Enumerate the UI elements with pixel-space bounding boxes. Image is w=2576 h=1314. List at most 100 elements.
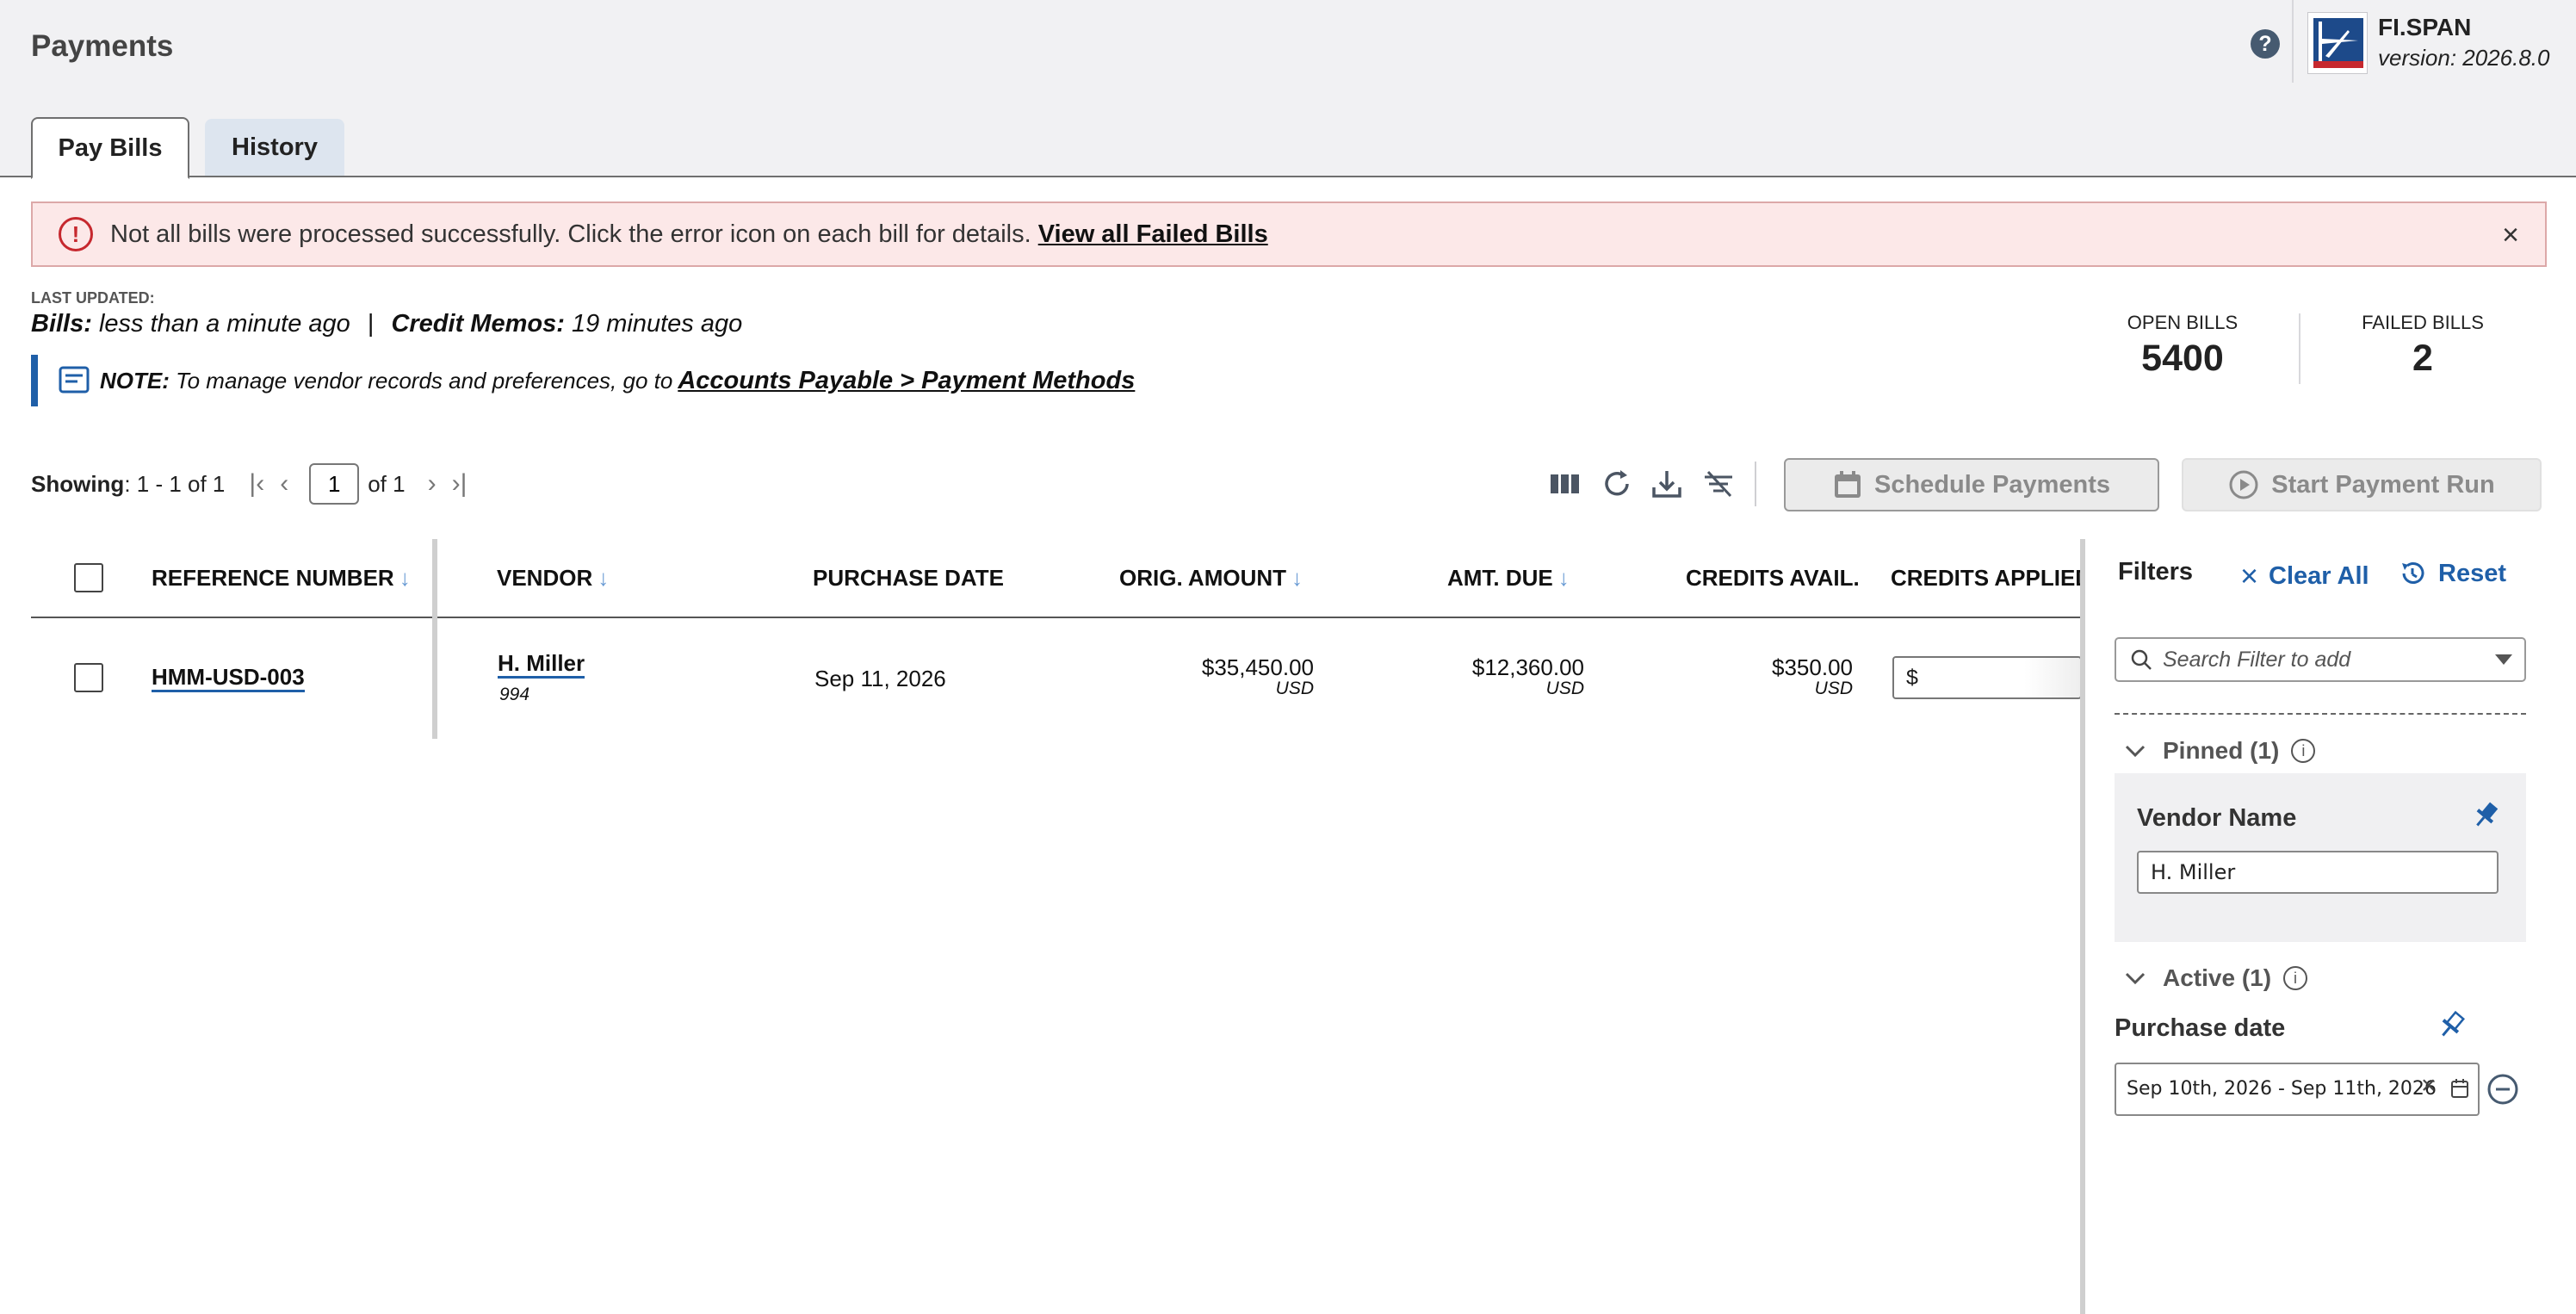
- vendor-id: 994: [499, 685, 530, 704]
- clear-all-label: Clear All: [2269, 561, 2369, 590]
- play-circle-icon: [2229, 470, 2258, 499]
- schedule-payments-button[interactable]: Schedule Payments: [1784, 458, 2159, 511]
- first-page-icon[interactable]: |‹: [249, 469, 264, 499]
- sort-icon[interactable]: ↓: [1558, 565, 1570, 591]
- app-version: version: 2026.8.0: [2378, 45, 2550, 71]
- active-section-header[interactable]: Active (1) i: [2125, 964, 2308, 992]
- vendor-header-label: VENDOR: [497, 565, 593, 591]
- credits-applied-input[interactable]: $: [1892, 656, 2082, 699]
- next-page-icon[interactable]: ›: [428, 469, 437, 499]
- row-checkbox[interactable]: [74, 663, 103, 692]
- table-header: REFERENCE NUMBER ↓ VENDOR ↓ PURCHASE DATE …: [31, 541, 2084, 618]
- credit-memos-updated-label: Credit Memos:: [391, 310, 565, 338]
- stat-divider: [2299, 313, 2300, 384]
- last-page-icon[interactable]: ›|: [452, 469, 468, 499]
- credits-avail-currency: USD: [1814, 679, 1853, 698]
- fispan-logo-icon: [2313, 18, 2363, 68]
- info-icon[interactable]: i: [2291, 739, 2316, 763]
- remove-filter-icon[interactable]: [2486, 1073, 2519, 1106]
- note-bar: NOTE: To manage vendor records and prefe…: [31, 355, 1167, 406]
- refresh-icon[interactable]: [1600, 467, 1634, 501]
- tab-pay-bills[interactable]: Pay Bills: [31, 117, 189, 179]
- select-all-checkbox[interactable]: [74, 563, 103, 592]
- help-icon[interactable]: ?: [2251, 29, 2280, 59]
- credit-memos-updated-value: 19 minutes ago: [571, 310, 743, 338]
- columns-icon[interactable]: [1548, 467, 1582, 501]
- page-title: Payments: [31, 29, 174, 63]
- sort-icon[interactable]: ↓: [1291, 565, 1303, 591]
- app-header: Payments ? FI.SPAN version: 2026.8.0 Pay…: [0, 0, 2576, 179]
- note-text: NOTE: To manage vendor records and prefe…: [100, 368, 672, 394]
- open-bills-value: 5400: [2141, 338, 2224, 379]
- close-icon[interactable]: ×: [2502, 219, 2519, 252]
- reset-button[interactable]: Reset: [2397, 558, 2506, 589]
- prev-page-icon[interactable]: ‹: [280, 469, 288, 499]
- pinned-filter-card: Vendor Name H. Miller: [2115, 773, 2526, 942]
- payment-methods-link[interactable]: Accounts Payable > Payment Methods: [678, 367, 1135, 395]
- tab-history[interactable]: History: [205, 119, 344, 176]
- column-header-reference[interactable]: REFERENCE NUMBER ↓: [152, 565, 411, 592]
- search-filter-input[interactable]: Search Filter to add: [2115, 637, 2526, 682]
- note-body: To manage vendor records and preferences…: [176, 367, 673, 394]
- calendar-icon: [1835, 471, 1861, 498]
- frozen-column-divider: [432, 539, 437, 739]
- calendar-icon[interactable]: [2450, 1078, 2469, 1099]
- filters-panel: Filters × Clear All Reset Search Filter …: [2080, 539, 2576, 1314]
- vendor-name-filter-input[interactable]: H. Miller: [2137, 851, 2499, 894]
- sort-icon[interactable]: ↓: [399, 565, 411, 591]
- search-icon: [2131, 649, 2152, 670]
- note-icon: [59, 366, 90, 394]
- chevron-down-icon: [2125, 972, 2146, 985]
- clear-all-button[interactable]: × Clear All: [2240, 558, 2369, 594]
- orig-amount-cell: $35,450.00: [1201, 654, 1314, 680]
- showing-label: Showing: [31, 470, 125, 497]
- view-failed-bills-link[interactable]: View all Failed Bills: [1038, 220, 1268, 249]
- last-updated-info: Bills: less than a minute ago | Credit M…: [31, 310, 742, 338]
- sort-icon[interactable]: ↓: [598, 565, 609, 591]
- clear-date-icon[interactable]: ×: [2421, 1071, 2437, 1100]
- header-divider: [2292, 0, 2294, 83]
- pinned-section-header[interactable]: Pinned (1) i: [2125, 737, 2316, 765]
- column-header-vendor[interactable]: VENDOR ↓: [497, 565, 609, 592]
- page-total: of 1: [368, 470, 406, 497]
- search-placeholder: Search Filter to add: [2163, 647, 2351, 672]
- last-updated-label: LAST UPDATED:: [31, 289, 155, 307]
- alert-message: Not all bills were processed successfull…: [110, 220, 1031, 248]
- start-payment-run-button[interactable]: Start Payment Run: [2182, 458, 2542, 511]
- column-header-credits-applied[interactable]: CREDITS APPLIED: [1891, 565, 2084, 592]
- clear-filters-icon[interactable]: [1701, 467, 1736, 501]
- chevron-down-icon: [2495, 654, 2512, 665]
- download-icon[interactable]: [1650, 467, 1684, 501]
- active-label: Active (1): [2163, 964, 2272, 991]
- column-header-credits-avail[interactable]: CREDITS AVAIL.: [1686, 565, 1860, 592]
- amt-due-cell: $12,360.00: [1471, 654, 1584, 680]
- reference-number-link[interactable]: HMM-USD-003: [152, 664, 305, 692]
- pagination: Showing : 1 - 1 of 1 |‹ ‹ of 1 › ›|: [31, 462, 467, 506]
- start-payment-run-label: Start Payment Run: [2271, 470, 2495, 499]
- orig-amount-header-label: ORIG. AMOUNT: [1119, 565, 1287, 591]
- unpinned-pin-icon[interactable]: [2435, 1009, 2468, 1042]
- filters-title: Filters: [2118, 558, 2194, 586]
- failed-bills-stat[interactable]: FAILED BILLS 2: [2347, 312, 2499, 380]
- vendor-name-link[interactable]: H. Miller: [498, 650, 585, 679]
- vendor-name-filter-label: Vendor Name: [2137, 804, 2297, 832]
- error-icon: !: [59, 217, 93, 251]
- failed-bills-value: 2: [2412, 338, 2433, 379]
- column-header-orig-amount[interactable]: ORIG. AMOUNT ↓: [1119, 565, 1303, 592]
- toolbar-divider: [1755, 462, 1756, 506]
- amt-due-header-label: AMT. DUE: [1447, 565, 1553, 591]
- bills-updated-label: Bills:: [31, 310, 92, 338]
- open-bills-label: OPEN BILLS: [2127, 312, 2239, 333]
- page-number-input[interactable]: [309, 463, 360, 505]
- note-label: NOTE:: [100, 367, 170, 394]
- error-alert-banner: ! Not all bills were processed successfu…: [31, 201, 2547, 267]
- pin-icon[interactable]: [2469, 799, 2502, 832]
- purchase-date-filter-label: Purchase date: [2115, 1014, 2286, 1042]
- purchase-date-range-value: Sep 10th, 2026 - Sep 11th, 2026: [2127, 1078, 2437, 1100]
- column-header-amt-due[interactable]: AMT. DUE ↓: [1447, 565, 1570, 592]
- failed-bills-label: FAILED BILLS: [2362, 312, 2484, 333]
- orig-amount-currency: USD: [1275, 679, 1314, 698]
- close-icon: ×: [2240, 558, 2259, 593]
- info-icon[interactable]: i: [2283, 966, 2308, 990]
- column-header-purchase-date[interactable]: PURCHASE DATE: [813, 565, 1004, 592]
